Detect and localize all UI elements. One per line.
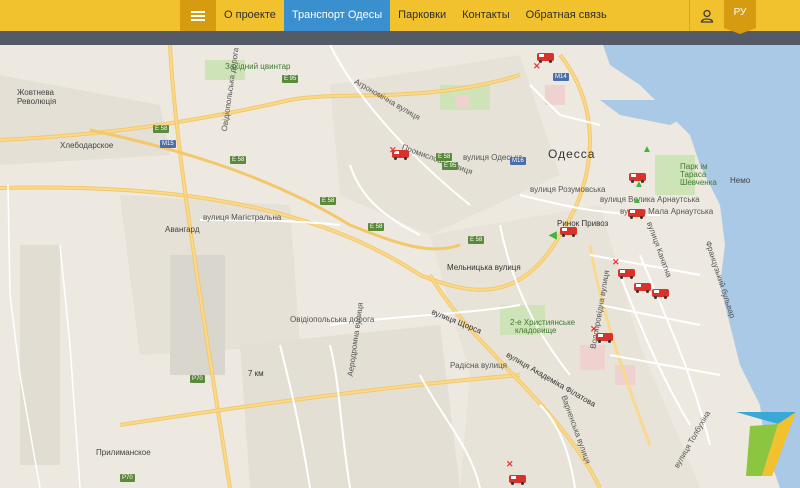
label-revolyutsiya: Революція [17, 97, 57, 106]
language-selector[interactable]: РУ [724, 0, 756, 34]
transport-map[interactable]: Жовтнева Революція Хлебодарское Авангард… [0, 45, 800, 488]
road-shield-e58-c: E 58 [320, 197, 337, 205]
direction-arrow-icon: ▲ [642, 144, 652, 155]
label-mahistralna: вулиця Магістральна [203, 213, 282, 222]
hamburger-menu-button[interactable] [180, 0, 216, 31]
city-logo [736, 412, 796, 476]
label-park-3: Шевченка [680, 178, 717, 187]
label-7km: 7 км [248, 369, 264, 378]
nav-about[interactable]: О проекте [216, 0, 284, 31]
nav-feedback[interactable]: Обратная связь [518, 0, 615, 31]
label-zhovtneva: Жовтнева [17, 88, 54, 97]
stop-marker-icon[interactable]: ✕ [389, 145, 397, 156]
label-rozumovska: вулиця Розумовська [530, 185, 606, 194]
road-shield-e58-b: E 58 [230, 156, 247, 164]
road-shield-e58-e: E 58 [468, 236, 485, 244]
main-nav: О проекте Транспорт Одесы Парковки Конта… [216, 0, 615, 31]
nav-contacts[interactable]: Контакты [454, 0, 518, 31]
label-cemetery-2: кладовище [515, 326, 557, 335]
road-shield-e95-b: E 95 [442, 162, 459, 170]
label-melnytska: Мельницька вулиця [447, 263, 521, 272]
road-shield-p70-b: Р70 [120, 474, 135, 482]
bus-marker[interactable] [509, 473, 526, 485]
user-account-button[interactable] [689, 0, 724, 31]
road-shield-e58-d: E 58 [368, 223, 385, 231]
road-shield-e58-a: E 58 [153, 125, 170, 133]
bus-marker[interactable] [618, 267, 635, 279]
direction-arrow-icon: ▲ [634, 179, 644, 190]
bus-marker[interactable] [596, 331, 613, 343]
label-velyka-arnautska: вулиця Велика Арнаутська [600, 195, 700, 204]
road-shield-m15: M15 [160, 140, 176, 148]
bus-marker[interactable] [634, 281, 651, 293]
road-shield-p70-a: Р70 [190, 375, 205, 383]
label-city: Одесса [548, 147, 596, 161]
road-shield-e95: E 95 [282, 75, 299, 83]
nav-parking[interactable]: Парковки [390, 0, 454, 31]
stop-marker-icon[interactable]: ✕ [533, 61, 541, 72]
user-icon [700, 9, 714, 23]
sub-header-bar [0, 31, 800, 45]
road-shield-e58-f: E 58 [436, 153, 453, 161]
direction-arrow-icon: ◀ [549, 230, 557, 241]
label-khlebodarskoe: Хлебодарское [60, 141, 114, 150]
label-avangard: Авангард [165, 225, 200, 234]
direction-arrow-icon: ▲ [632, 195, 642, 206]
stop-marker-icon[interactable]: ✕ [590, 324, 598, 335]
bus-marker[interactable] [628, 207, 645, 219]
stop-marker-icon[interactable]: ✕ [612, 257, 620, 268]
stop-marker-icon[interactable]: ✕ [506, 459, 514, 470]
label-radisna: Радісна вулиця [450, 361, 508, 370]
bus-marker[interactable] [560, 225, 577, 237]
menu-icon [191, 9, 205, 23]
label-prilimanskoe: Прилиманское [96, 448, 151, 457]
nav-transport[interactable]: Транспорт Одесы [283, 0, 391, 31]
bus-marker[interactable] [652, 287, 669, 299]
road-shield-m14: M14 [553, 73, 569, 81]
label-nemo: Немо [730, 176, 751, 185]
road-shield-m16: M16 [510, 157, 526, 165]
